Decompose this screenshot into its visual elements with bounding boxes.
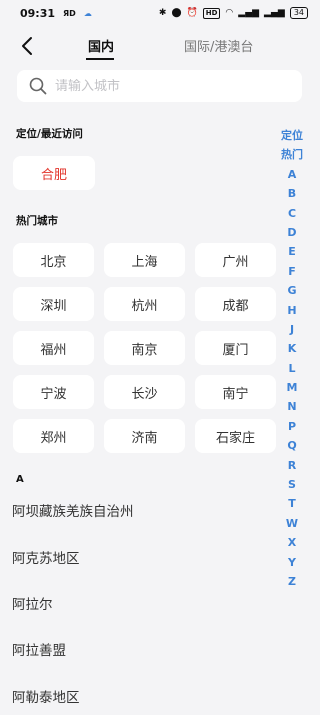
group-letter-header: A xyxy=(16,474,24,485)
index-item[interactable]: R xyxy=(288,456,296,475)
sim-icon: ЯD xyxy=(63,8,76,18)
status-left: 09:31 ЯD ☁ xyxy=(20,7,92,20)
search-input[interactable] xyxy=(55,78,275,94)
back-arrow-icon xyxy=(22,37,32,55)
hot-city-label: 长沙 xyxy=(131,386,158,402)
list-item[interactable]: 阿拉尔 xyxy=(12,580,272,626)
wifi-icon: ◠ xyxy=(225,8,234,18)
index-item[interactable]: C xyxy=(288,204,296,223)
index-item[interactable]: B xyxy=(288,184,296,203)
signal-icon-2: ▂▄▆ xyxy=(264,8,285,18)
hot-city-label: 郑州 xyxy=(40,430,67,446)
hot-city-chip[interactable]: 宁波 xyxy=(13,375,94,409)
index-item[interactable]: Q xyxy=(287,436,296,455)
tab-international-label: 国际/港澳台 xyxy=(184,40,254,55)
back-button[interactable] xyxy=(16,34,40,58)
hot-city-chip[interactable]: 北京 xyxy=(13,243,94,277)
city-list: 阿坝藏族羌族自治州 阿克苏地区 阿拉尔 阿拉善盟 阿勒泰地区 xyxy=(12,487,272,715)
hot-city-chip[interactable]: 福州 xyxy=(13,331,94,365)
list-item[interactable]: 阿坝藏族羌族自治州 xyxy=(12,487,272,533)
tab-active-indicator xyxy=(86,58,114,60)
battery-icon: 34 xyxy=(289,7,308,19)
index-item[interactable]: Z xyxy=(288,572,296,591)
hot-city-label: 济南 xyxy=(131,430,158,446)
status-right: ✱ ⬤ ⏰ HD ◠ ▂▄▆ ▂▄▆ 34 xyxy=(159,7,308,19)
hot-city-label: 广州 xyxy=(222,254,249,270)
index-item[interactable]: T xyxy=(288,494,296,513)
hot-city-chip[interactable]: 南宁 xyxy=(195,375,276,409)
hot-city-label: 南宁 xyxy=(222,386,249,402)
bluetooth-icon: ✱ xyxy=(158,8,167,18)
hot-city-label: 宁波 xyxy=(40,386,67,402)
index-item[interactable]: 热门 xyxy=(281,145,303,164)
index-item[interactable]: W xyxy=(286,514,298,533)
hot-city-label: 杭州 xyxy=(131,298,158,314)
hot-city-label: 南京 xyxy=(131,342,158,358)
hot-cities-grid: 北京 上海 广州 深圳 杭州 成都 福州 南京 厦门 宁波 长沙 南宁 郑州 济… xyxy=(13,243,276,453)
hot-city-chip[interactable]: 厦门 xyxy=(195,331,276,365)
status-bar: 09:31 ЯD ☁ ✱ ⬤ ⏰ HD ◠ ▂▄▆ ▂▄▆ 34 xyxy=(0,0,320,26)
cloud-icon: ☁ xyxy=(83,8,92,18)
index-item[interactable]: X xyxy=(288,533,296,552)
hot-city-chip[interactable]: 上海 xyxy=(104,243,185,277)
tab-domestic[interactable]: 国内 xyxy=(86,36,116,60)
recent-city-chip[interactable]: 合肥 xyxy=(13,156,95,190)
hot-city-label: 石家庄 xyxy=(215,430,255,446)
index-item[interactable]: E xyxy=(288,242,296,261)
index-item[interactable]: P xyxy=(288,417,296,436)
tab-international[interactable]: 国际/港澳台 xyxy=(184,36,253,55)
alphabet-index: 定位 热门 A B C D E F G H J K L M N P Q R S … xyxy=(276,126,308,591)
tab-domestic-label: 国内 xyxy=(87,40,114,55)
index-item[interactable]: D xyxy=(287,223,296,242)
index-item[interactable]: K xyxy=(288,339,297,358)
index-item[interactable]: N xyxy=(287,397,296,416)
list-item[interactable]: 阿勒泰地区 xyxy=(12,673,272,715)
hot-city-chip[interactable]: 深圳 xyxy=(13,287,94,321)
alarm-icon: ⏰ xyxy=(186,8,198,18)
hot-city-chip[interactable]: 郑州 xyxy=(13,419,94,453)
hot-city-label: 上海 xyxy=(131,254,158,270)
hot-city-label: 厦门 xyxy=(222,342,249,358)
hot-city-label: 成都 xyxy=(222,298,249,314)
index-item[interactable]: L xyxy=(288,359,295,378)
status-time: 09:31 xyxy=(20,6,56,20)
list-item[interactable]: 阿拉善盟 xyxy=(12,626,272,672)
hot-city-label: 深圳 xyxy=(40,298,67,314)
index-item[interactable]: A xyxy=(288,165,297,184)
signal-icon: ▂▄▆ xyxy=(238,8,260,18)
search-icon xyxy=(29,77,47,95)
hot-city-chip[interactable]: 长沙 xyxy=(104,375,185,409)
index-item[interactable]: 定位 xyxy=(281,126,303,145)
recent-city-label: 合肥 xyxy=(40,167,67,183)
nav-bar: 国内 国际/港澳台 xyxy=(0,30,320,64)
hot-city-chip[interactable]: 杭州 xyxy=(104,287,185,321)
hot-city-label: 福州 xyxy=(40,342,67,358)
hot-city-chip[interactable]: 成都 xyxy=(195,287,276,321)
index-item[interactable]: J xyxy=(290,320,294,339)
recent-section-title: 定位/最近访问 xyxy=(16,128,83,140)
index-item[interactable]: S xyxy=(288,475,296,494)
hot-city-chip[interactable]: 南京 xyxy=(104,331,185,365)
index-item[interactable]: H xyxy=(287,301,296,320)
hot-section-title: 热门城市 xyxy=(16,215,58,227)
hot-city-label: 北京 xyxy=(40,254,67,270)
hot-city-chip[interactable]: 广州 xyxy=(195,243,276,277)
index-item[interactable]: G xyxy=(287,281,296,300)
index-item[interactable]: Y xyxy=(288,553,296,572)
list-item[interactable]: 阿克苏地区 xyxy=(12,533,272,579)
search-box[interactable] xyxy=(17,70,302,102)
hot-city-chip[interactable]: 石家庄 xyxy=(195,419,276,453)
index-item[interactable]: M xyxy=(287,378,298,397)
location-icon: ⬤ xyxy=(171,8,182,18)
hd-badge: HD xyxy=(202,7,221,19)
index-item[interactable]: F xyxy=(288,262,296,281)
hot-city-chip[interactable]: 济南 xyxy=(104,419,185,453)
